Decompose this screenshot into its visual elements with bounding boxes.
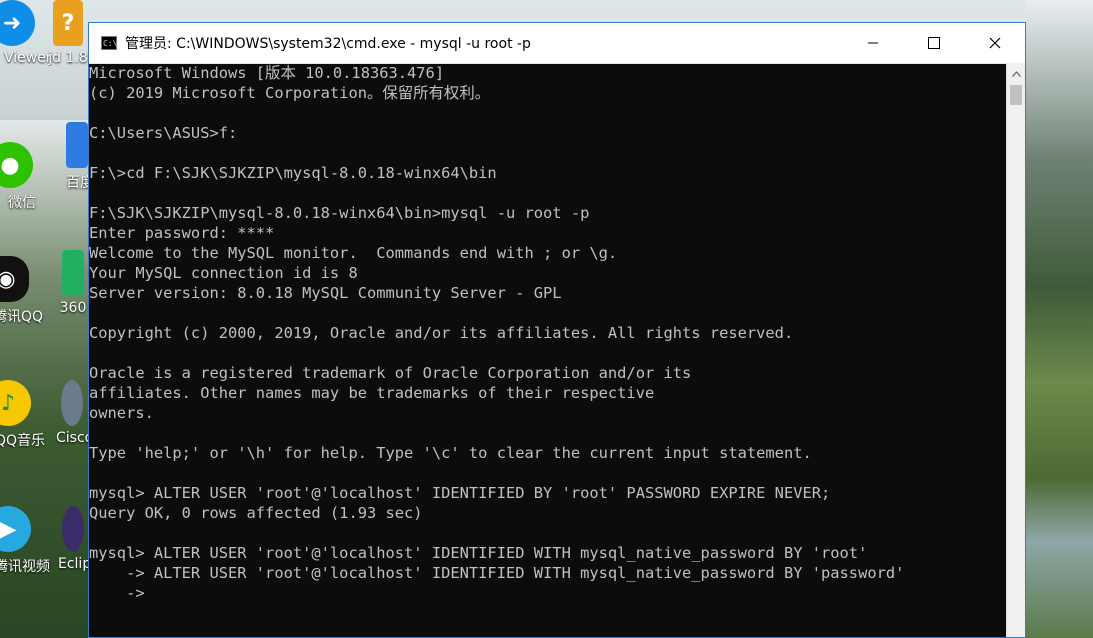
qqmusic-icon: ♪ bbox=[0, 380, 31, 426]
console-lines: Microsoft Windows [版本 10.0.18363.476] (c)… bbox=[89, 63, 904, 603]
desktop-icon-java[interactable]: ? jd 1.8 bbox=[48, 0, 88, 66]
console-line: mysql> ALTER USER 'root'@'localhost' IDE… bbox=[89, 484, 831, 502]
chevron-up-icon bbox=[1011, 71, 1021, 77]
console-line: Server version: 8.0.18 MySQL Community S… bbox=[89, 284, 562, 302]
cmd-app-icon[interactable]: C:\ bbox=[101, 36, 117, 50]
window-title: 管理员: C:\WINDOWS\system32\cmd.exe - mysql… bbox=[125, 36, 531, 52]
console-line: -> ALTER USER 'root'@'localhost' IDENTIF… bbox=[89, 564, 905, 582]
desktop-icon-label: 微信 bbox=[8, 195, 36, 211]
java-icon: ? bbox=[53, 0, 83, 46]
desktop-icon-teamviewer[interactable]: ➜ Viewer bbox=[0, 0, 52, 66]
minimize-icon bbox=[867, 42, 878, 44]
maximize-icon bbox=[927, 37, 940, 49]
baidu-icon bbox=[66, 122, 88, 168]
desktop-icon-360[interactable]: 360 bbox=[58, 250, 88, 316]
close-button[interactable] bbox=[964, 23, 1025, 63]
teamviewer-icon: ➜ bbox=[0, 0, 35, 46]
console-line: Enter password: **** bbox=[89, 224, 275, 242]
desktop-icon-label: Cisco bbox=[56, 430, 88, 446]
console-line: (c) 2019 Microsoft Corporation。保留所有权利。 bbox=[89, 84, 491, 102]
vertical-scrollbar[interactable] bbox=[1006, 63, 1025, 637]
scroll-up-button[interactable] bbox=[1007, 63, 1025, 85]
close-icon bbox=[989, 37, 1000, 49]
wechat-icon: ● bbox=[0, 142, 33, 188]
desktop-icon-wechat[interactable]: ● 微信 bbox=[0, 142, 48, 212]
desktop-icon-label: QQ音乐 bbox=[0, 433, 46, 449]
desktop-icon-qqmusic[interactable]: ♪ QQ音乐 bbox=[0, 380, 46, 450]
console-line: Type 'help;' or '\h' for help. Type '\c'… bbox=[89, 444, 812, 462]
cmd-window[interactable]: C:\ 管理员: C:\WINDOWS\system32\cmd.exe - m… bbox=[88, 22, 1026, 638]
desktop-icon-label: jd 1.8 bbox=[48, 50, 88, 66]
desktop-icon-baidu[interactable]: 百度 bbox=[66, 122, 88, 192]
console-output[interactable]: Microsoft Windows [版本 10.0.18363.476] (c)… bbox=[89, 63, 1006, 637]
desktop-icon-label: 腾讯QQ bbox=[0, 309, 44, 325]
cisco-icon bbox=[61, 380, 83, 426]
desktop-icon-eclipse[interactable]: Eclipse 20 bbox=[58, 506, 88, 572]
console-line: Microsoft Windows [版本 10.0.18363.476] bbox=[89, 64, 445, 82]
desktop-icon-qq[interactable]: ◉ 腾讯QQ bbox=[0, 256, 44, 326]
desktop-icon-label: 百度 bbox=[66, 175, 88, 191]
console-line: F:\>cd F:\SJK\SJKZIP\mysql-8.0.18-winx64… bbox=[89, 164, 497, 182]
desktop-icon-label: 360 bbox=[59, 300, 87, 316]
scroll-thumb[interactable] bbox=[1010, 85, 1022, 105]
minimize-button[interactable] bbox=[842, 23, 903, 63]
console-line: F:\SJK\SJKZIP\mysql-8.0.18-winx64\bin>my… bbox=[89, 204, 590, 222]
console-line: Query OK, 0 rows affected (1.93 sec) bbox=[89, 504, 423, 522]
console-line: Your MySQL connection id is 8 bbox=[89, 264, 358, 282]
desktop-icon-label: Eclipse 20 bbox=[58, 556, 88, 572]
console-line: Oracle is a registered trademark of Orac… bbox=[89, 364, 692, 382]
console-line: owners. bbox=[89, 404, 154, 422]
console-line: C:\Users\ASUS>f: bbox=[89, 124, 238, 142]
maximize-button[interactable] bbox=[903, 23, 964, 63]
console-line: Welcome to the MySQL monitor. Commands e… bbox=[89, 244, 618, 262]
360-icon bbox=[62, 250, 84, 296]
title-bar[interactable]: C:\ 管理员: C:\WINDOWS\system32\cmd.exe - m… bbox=[89, 23, 1025, 64]
tencentvideo-icon: ▶ bbox=[0, 506, 31, 552]
console-line: Copyright (c) 2000, 2019, Oracle and/or … bbox=[89, 324, 794, 342]
console-line: -> bbox=[89, 584, 145, 602]
desktop-icon-cisco[interactable]: Cisco bbox=[56, 380, 88, 446]
console-line: mysql> ALTER USER 'root'@'localhost' IDE… bbox=[89, 544, 868, 562]
desktop-wallpaper-right bbox=[1026, 0, 1093, 638]
desktop-icon-label: 腾讯视频 bbox=[0, 559, 50, 575]
eclipse-icon bbox=[62, 506, 84, 552]
console-line: affiliates. Other names may be trademark… bbox=[89, 384, 655, 402]
desktop-icon-tencent-video[interactable]: ▶ 腾讯视频 bbox=[0, 506, 50, 576]
desktop-icon-label: Viewer bbox=[4, 50, 52, 66]
qq-icon: ◉ bbox=[0, 256, 29, 302]
